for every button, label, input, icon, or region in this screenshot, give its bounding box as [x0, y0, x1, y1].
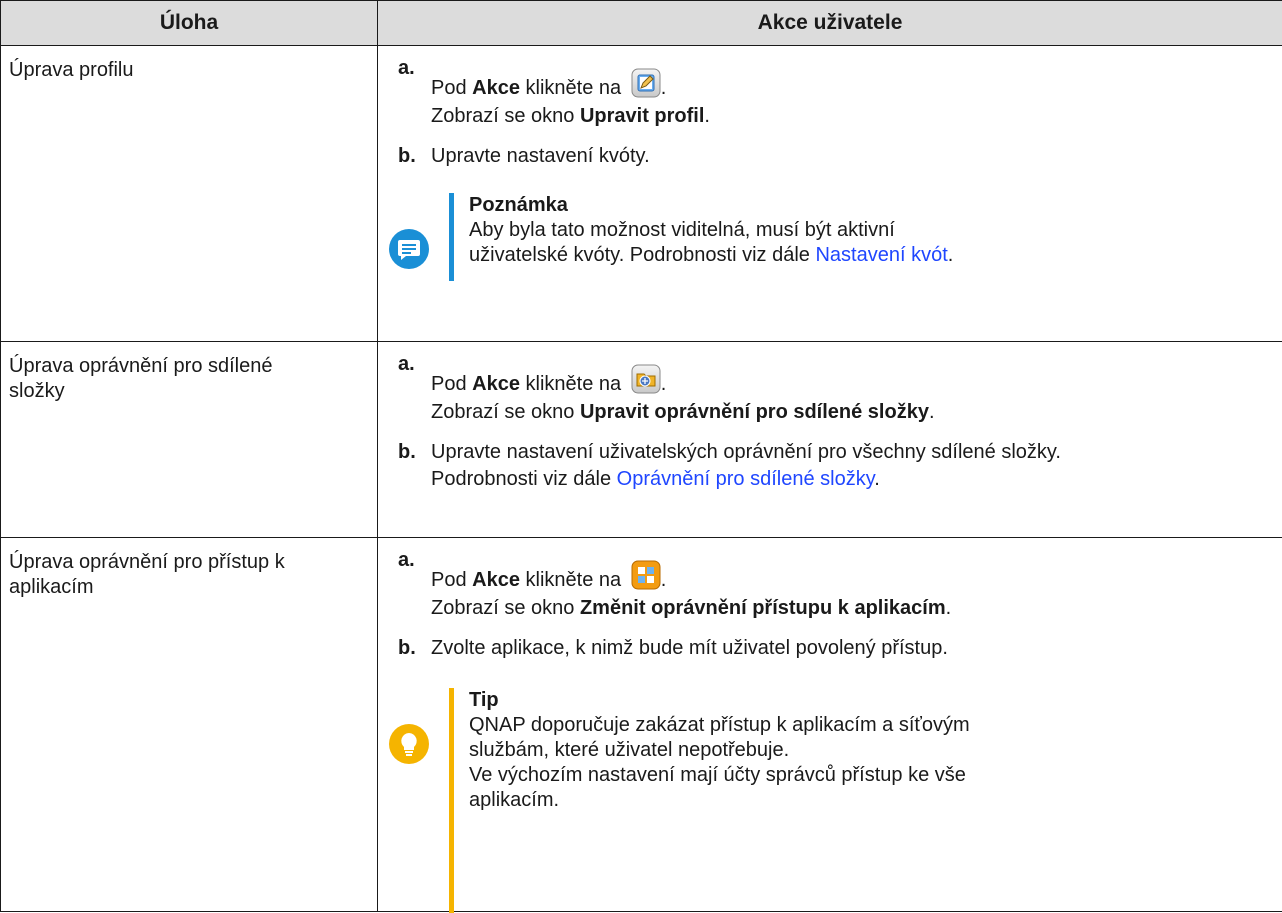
step-b: b. Upravte nastavení uživatelských opráv… [398, 440, 1282, 492]
step-letter: b. [398, 144, 416, 169]
step-b: b. Upravte nastavení kvóty. [398, 144, 1282, 169]
step-letter: a. [398, 56, 415, 81]
step-a: a. Pod Akce klikněte na . Zobrazí se okn… [398, 548, 1282, 608]
step-a: a. Pod Akce klikněte na . Zobrazí se okn… [398, 56, 1282, 116]
shared-folder-permission-icon[interactable] [631, 364, 661, 394]
task-label: Úprava profilu [9, 59, 134, 81]
step-letter: b. [398, 636, 416, 661]
step-letter: b. [398, 440, 416, 465]
step-letter: a. [398, 548, 415, 573]
step-text: Zvolte aplikace, k nimž bude mít uživate… [431, 636, 1276, 661]
step-text: Upravte nastavení kvóty. [431, 144, 1276, 169]
app-privilege-icon[interactable] [631, 560, 661, 590]
step-text: Upravte nastavení uživatelských oprávněn… [431, 440, 1276, 492]
tip-line: službám, které uživatel nepotřebuje. [469, 738, 1282, 763]
step-a: a. Pod Akce klikněte na . Zobrazí se okn… [398, 352, 1282, 412]
task-label: Úprava oprávnění pro přístup k aplikacím [9, 551, 285, 598]
header-actions: Akce uživatele [378, 1, 1282, 46]
step-b: b. Zvolte aplikace, k nimž bude mít uživ… [398, 636, 1282, 661]
task-cell: Úprava oprávnění pro sdílené složky [1, 342, 378, 538]
table-row-edit-profile: Úprava profilu a. Pod Akce klikněte na .… [1, 46, 1282, 342]
task-label: Úprava oprávnění pro sdílené složky [9, 355, 273, 402]
task-action-table: Úloha Akce uživatele Úprava profilu a. P… [0, 0, 1282, 912]
actions-cell: a. Pod Akce klikněte na . Zobrazí se okn… [378, 342, 1282, 538]
actions-cell: a. Pod Akce klikněte na . Zobrazí se okn… [378, 538, 1282, 912]
note-line: uživatelské kvóty. Podrobnosti viz dále … [469, 243, 1282, 268]
shared-folder-permissions-link[interactable]: Oprávnění pro sdílené složky [617, 468, 875, 490]
tip-line: Ve výchozím nastavení mají účty správců … [469, 763, 1282, 788]
quota-settings-link[interactable]: Nastavení kvót [815, 244, 947, 266]
table-row-shared-folder: Úprava oprávnění pro sdílené složky a. P… [1, 342, 1282, 538]
tip-callout: Tip QNAP doporučuje zakázat přístup k ap… [449, 688, 1282, 913]
step-text: Pod Akce klikněte na . Zobrazí se okno Z… [431, 560, 1276, 621]
lightbulb-icon [389, 724, 429, 764]
task-cell: Úprava oprávnění pro přístup k aplikacím [1, 538, 378, 912]
note-icon [389, 229, 429, 269]
table-row-app-privilege: Úprava oprávnění pro přístup k aplikacím… [1, 538, 1282, 912]
step-text: Pod Akce klikněte na . Zobrazí se okno U… [431, 68, 1276, 129]
actions-cell: a. Pod Akce klikněte na . Zobrazí se okn… [378, 46, 1282, 342]
edit-profile-icon[interactable] [631, 68, 661, 98]
note-callout: Poznámka Aby byla tato možnost viditelná… [449, 193, 1282, 281]
task-cell: Úprava profilu [1, 46, 378, 342]
note-title: Poznámka [469, 193, 1282, 218]
tip-line: aplikacím. [469, 788, 1282, 813]
tip-line: QNAP doporučuje zakázat přístup k aplika… [469, 713, 1282, 738]
tip-title: Tip [469, 688, 1282, 713]
header-task: Úloha [1, 1, 378, 46]
step-letter: a. [398, 352, 415, 377]
note-line: Aby byla tato možnost viditelná, musí bý… [469, 218, 1282, 243]
step-text: Pod Akce klikněte na . Zobrazí se okno U… [431, 364, 1276, 425]
